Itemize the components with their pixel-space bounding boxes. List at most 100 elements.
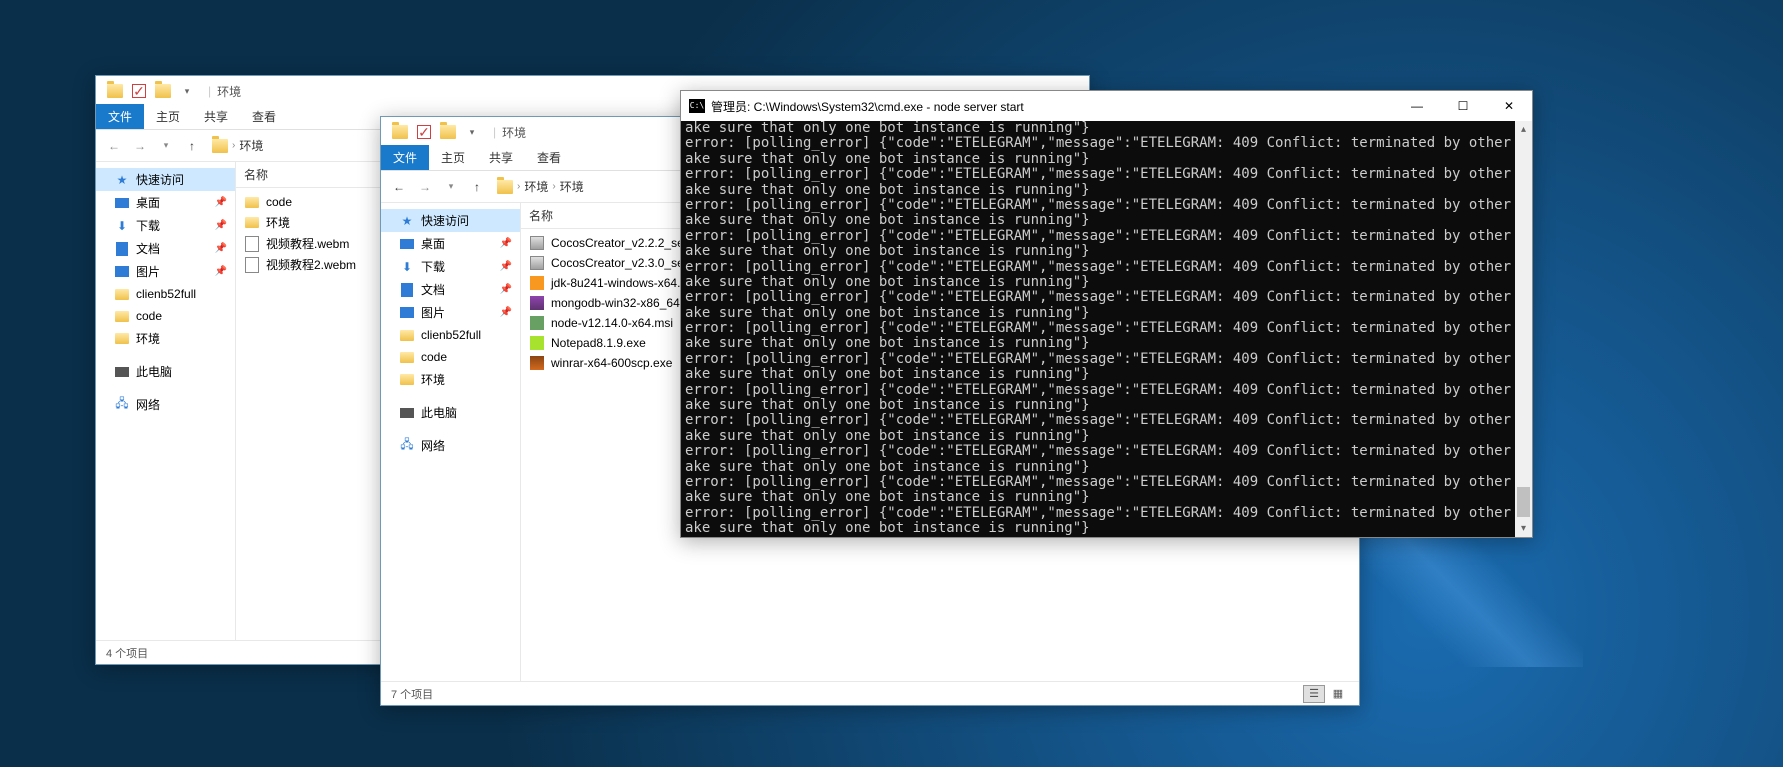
nav-label: 快速访问	[421, 212, 469, 229]
npp-icon	[529, 335, 545, 351]
properties-icon[interactable]: ✓	[413, 121, 435, 143]
back-button[interactable]: ←	[389, 177, 409, 197]
forward-button[interactable]: →	[415, 177, 435, 197]
pin-icon: 📌	[500, 261, 512, 272]
nav-pictures[interactable]: 图片📌	[96, 260, 235, 283]
close-button[interactable]: ✕	[1486, 91, 1532, 121]
nav-label: 此电脑	[136, 363, 172, 380]
recent-dropdown[interactable]: ▾	[441, 177, 461, 197]
nav-pinned-folder[interactable]: code	[381, 346, 520, 368]
nav-quick-access[interactable]: ★快速访问	[96, 168, 235, 191]
window-title: 环境	[217, 83, 241, 100]
java-icon	[529, 275, 545, 291]
nav-this-pc[interactable]: 此电脑	[381, 401, 520, 424]
folder-icon	[244, 194, 260, 210]
minimize-button[interactable]: —	[1394, 91, 1440, 121]
rar-icon	[529, 355, 545, 371]
item-count: 7 个项目	[391, 686, 433, 702]
qat-dropdown-icon[interactable]: ▾	[176, 80, 198, 102]
cmd-window: C:\ 管理员: C:\Windows\System32\cmd.exe - n…	[680, 90, 1533, 538]
nav-label: clienb52full	[136, 287, 196, 301]
pin-icon: 📌	[215, 220, 227, 231]
nav-label: 此电脑	[421, 404, 457, 421]
nav-documents[interactable]: 文档📌	[381, 278, 520, 301]
nav-label: 桌面	[421, 235, 445, 252]
pin-icon: 📌	[215, 197, 227, 208]
nav-label: 下载	[421, 258, 445, 275]
new-folder-icon[interactable]	[437, 121, 459, 143]
ribbon-tab-view[interactable]: 查看	[525, 145, 573, 170]
forward-button[interactable]: →	[130, 136, 150, 156]
nav-label: 快速访问	[136, 171, 184, 188]
pin-icon: 📌	[500, 307, 512, 318]
navigation-pane: ★快速访问 桌面📌 ⬇下载📌 文档📌 图片📌 clienb52full code…	[96, 162, 236, 640]
scroll-up-button[interactable]: ▴	[1515, 121, 1532, 138]
ribbon-tab-share[interactable]: 共享	[192, 104, 240, 129]
nav-network[interactable]: 🖧网络	[381, 434, 520, 457]
properties-icon[interactable]: ✓	[128, 80, 150, 102]
nav-quick-access[interactable]: ★快速访问	[381, 209, 520, 232]
nav-desktop[interactable]: 桌面 📌	[96, 191, 235, 214]
nav-label: 环境	[136, 330, 160, 347]
new-folder-icon[interactable]	[152, 80, 174, 102]
nav-downloads[interactable]: ⬇下载📌	[381, 255, 520, 278]
qat-dropdown-icon[interactable]: ▾	[461, 121, 483, 143]
webm-icon	[244, 236, 260, 252]
breadcrumb-item[interactable]: 环境	[524, 178, 548, 195]
nav-pinned-folder[interactable]: clienb52full	[96, 283, 235, 305]
file-name: node-v12.14.0-x64.msi	[551, 316, 673, 330]
item-count: 4 个项目	[106, 645, 148, 661]
status-bar: 7 个项目 ☰ ▦	[381, 681, 1359, 705]
file-name: code	[266, 195, 292, 209]
nav-this-pc[interactable]: 此电脑	[96, 360, 235, 383]
pin-icon: 📌	[500, 284, 512, 295]
nav-label: clienb52full	[421, 328, 481, 342]
folder-icon[interactable]	[389, 121, 411, 143]
titlebar[interactable]: C:\ 管理员: C:\Windows\System32\cmd.exe - n…	[681, 91, 1532, 121]
nav-pinned-folder[interactable]: clienb52full	[381, 324, 520, 346]
nav-documents[interactable]: 文档📌	[96, 237, 235, 260]
nav-label: code	[421, 350, 447, 364]
nav-label: 桌面	[136, 194, 160, 211]
breadcrumb-item[interactable]: 环境	[560, 178, 584, 195]
folder-icon	[497, 180, 513, 194]
file-name: Notepad8.1.9.exe	[551, 336, 646, 350]
nav-desktop[interactable]: 桌面 📌	[381, 232, 520, 255]
ribbon-tab-view[interactable]: 查看	[240, 104, 288, 129]
nav-pictures[interactable]: 图片 📌	[381, 301, 520, 324]
recent-dropdown[interactable]: ▾	[156, 136, 176, 156]
nav-label: code	[136, 309, 162, 323]
scrollbar-thumb[interactable]	[1517, 487, 1530, 517]
file-name: jdk-8u241-windows-x64.exe	[551, 276, 700, 290]
window-title: 环境	[502, 124, 526, 141]
js-icon	[529, 315, 545, 331]
pin-icon: 📌	[500, 238, 512, 249]
nav-network[interactable]: 🖧网络	[96, 393, 235, 416]
terminal-output[interactable]: ake sure that only one bot instance is r…	[681, 121, 1532, 537]
nav-pinned-folder[interactable]: 环境	[96, 327, 235, 350]
up-button[interactable]: ↑	[467, 177, 487, 197]
nav-downloads[interactable]: ⬇下载📌	[96, 214, 235, 237]
details-view-button[interactable]: ☰	[1303, 685, 1325, 703]
scroll-down-button[interactable]: ▾	[1515, 520, 1532, 537]
ribbon-tab-home[interactable]: 主页	[429, 145, 477, 170]
pin-icon: 📌	[215, 243, 227, 254]
folder-icon[interactable]	[104, 80, 126, 102]
maximize-button[interactable]: ☐	[1440, 91, 1486, 121]
nav-label: 下载	[136, 217, 160, 234]
nav-label: 图片	[136, 263, 160, 280]
ribbon-tab-home[interactable]: 主页	[144, 104, 192, 129]
folder-icon	[212, 139, 228, 153]
back-button[interactable]: ←	[104, 136, 124, 156]
ribbon-tab-share[interactable]: 共享	[477, 145, 525, 170]
up-button[interactable]: ↑	[182, 136, 202, 156]
nav-label: 图片	[421, 304, 445, 321]
file-name: winrar-x64-600scp.exe	[551, 356, 672, 370]
icons-view-button[interactable]: ▦	[1327, 685, 1349, 703]
breadcrumb-item[interactable]: 环境	[239, 137, 263, 154]
ribbon-tab-file[interactable]: 文件	[381, 145, 429, 170]
ribbon-tab-file[interactable]: 文件	[96, 104, 144, 129]
nav-pinned-folder[interactable]: 环境	[381, 368, 520, 391]
scrollbar[interactable]: ▴ ▾	[1515, 121, 1532, 537]
nav-pinned-folder[interactable]: code	[96, 305, 235, 327]
